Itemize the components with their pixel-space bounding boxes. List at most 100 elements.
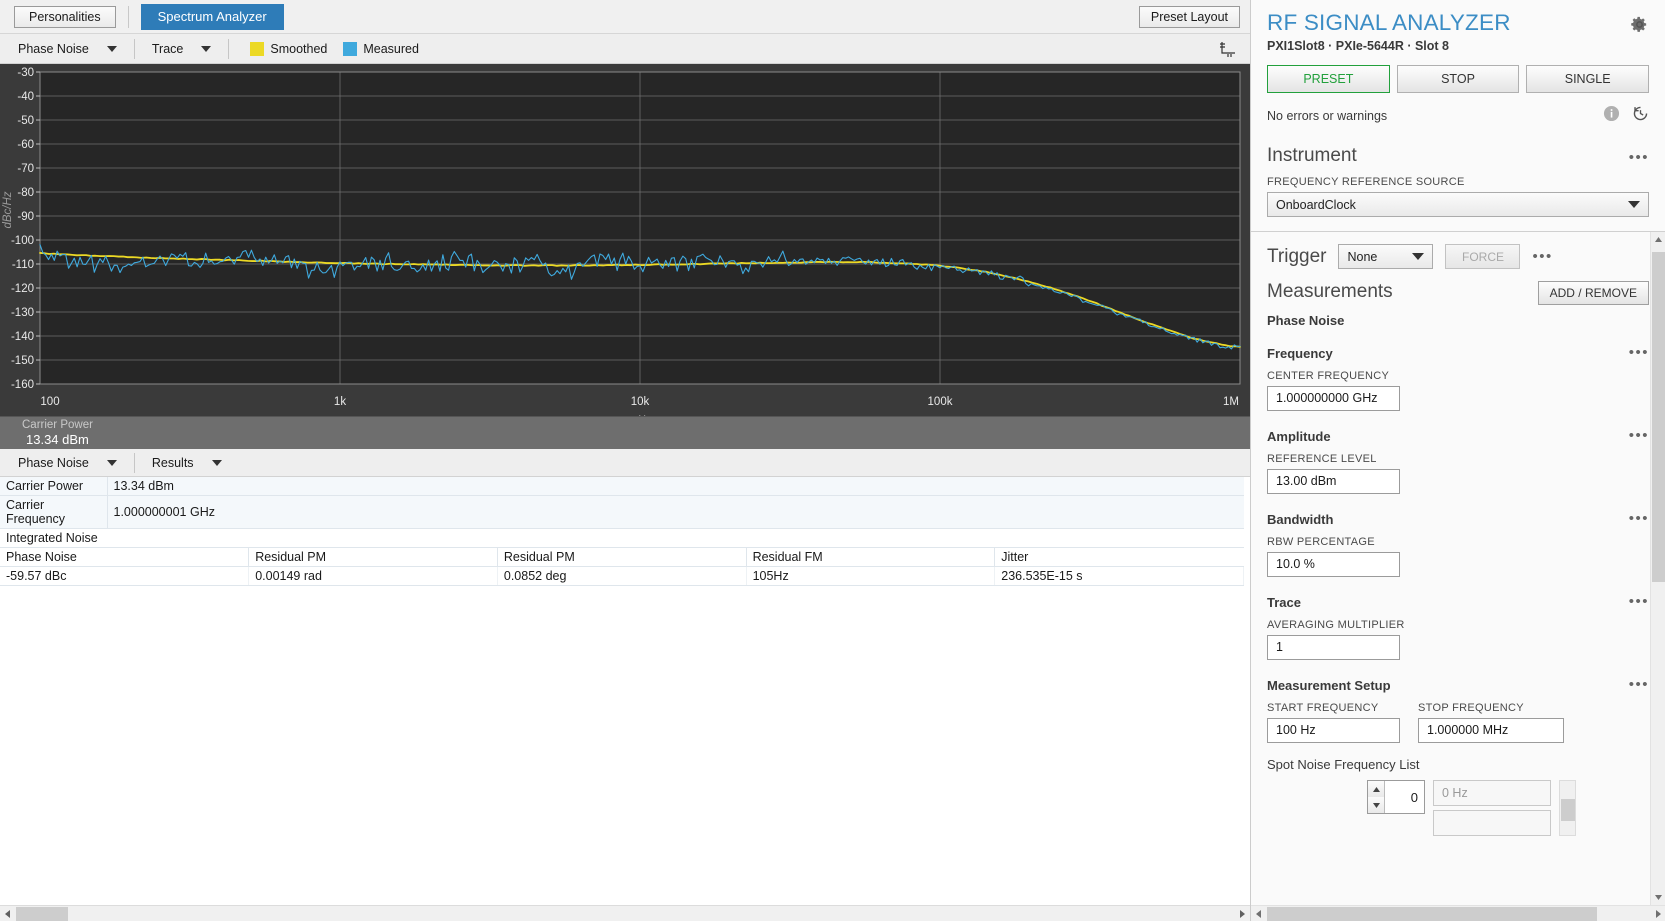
results-measurement-dropdown[interactable]: Phase Noise (10, 452, 125, 474)
toolbar-divider-3 (228, 38, 230, 59)
frequency-reference-source-label: FREQUENCY REFERENCE SOURCE (1267, 176, 1465, 188)
stop-frequency-input[interactable]: 1.000000 MHz (1418, 718, 1564, 743)
svg-text:10k: 10k (631, 396, 650, 408)
start-frequency-label: START FREQUENCY (1267, 702, 1379, 714)
add-remove-measurements-button[interactable]: ADD / REMOVE (1537, 281, 1649, 305)
trigger-type-select[interactable]: None (1338, 244, 1434, 269)
results-toolbar: Phase Noise Results (0, 449, 1250, 477)
svg-text:-100: -100 (11, 235, 34, 247)
frequency-section-menu[interactable]: ••• (1629, 344, 1649, 361)
stepper-arrows[interactable] (1368, 781, 1385, 813)
measurements-section: Measurements ADD / REMOVE Phase Noise (1251, 273, 1665, 332)
right-panel-vertical-scrollbar[interactable] (1650, 232, 1665, 905)
stop-frequency-label: STOP FREQUENCY (1418, 702, 1524, 714)
table-row: Carrier Frequency 1.000000001 GHz (0, 495, 1244, 529)
scroll-down-arrow-icon[interactable] (1651, 889, 1665, 905)
spot-noise-list-scrollbar[interactable] (1559, 780, 1576, 836)
active-measurement-label: Phase Noise (1267, 313, 1345, 328)
legend-swatch-smoothed (250, 41, 265, 56)
svg-text:-160: -160 (11, 379, 34, 391)
graph-toolbar: Phase Noise Trace Smoothed Measured (0, 34, 1250, 64)
trigger-section-menu[interactable]: ••• (1532, 248, 1552, 265)
toolbar-divider-4 (133, 452, 135, 473)
carrier-power-label: Carrier Power (22, 419, 93, 431)
preset-layout-button[interactable]: Preset Layout (1138, 6, 1240, 28)
reference-level-input[interactable]: 13.00 dBm (1267, 469, 1400, 494)
instrument-section-menu[interactable]: ••• (1629, 149, 1649, 166)
column-header[interactable]: Residual PM (497, 547, 747, 567)
graph-measurement-dropdown[interactable]: Phase Noise (10, 38, 125, 60)
measurement-setup-menu[interactable]: ••• (1629, 676, 1649, 693)
scroll-thumb[interactable] (16, 907, 68, 921)
column-header[interactable]: Residual PM (248, 547, 498, 567)
stop-button[interactable]: STOP (1396, 65, 1520, 93)
integrated-noise-title-row: Integrated Noise (0, 529, 1244, 548)
scroll-up-arrow-icon[interactable] (1651, 232, 1665, 248)
force-trigger-button[interactable]: FORCE (1445, 244, 1521, 269)
phase-noise-chart[interactable]: -30 -40 -50 -60 -70 -80 -90 -100 -110 -120 -130 -14… (0, 64, 1250, 416)
spot-noise-count-stepper[interactable]: 0 (1367, 780, 1425, 814)
measurement-setup-title: Measurement Setup (1267, 678, 1391, 693)
left-horizontal-scrollbar[interactable] (0, 905, 1250, 921)
svg-text:-90: -90 (17, 211, 34, 223)
rp-scroll-left-icon[interactable] (1251, 906, 1267, 921)
results-view-dropdown[interactable]: Results (144, 452, 230, 474)
rp-scroll-thumb[interactable] (1267, 907, 1597, 921)
frequency-reference-source-select[interactable]: OnboardClock (1267, 192, 1649, 217)
result-key: Carrier Power (0, 477, 108, 496)
instrument-section-title: Instrument (1267, 145, 1357, 166)
status-message: No errors or warnings (1267, 109, 1388, 123)
reference-level-label: REFERENCE LEVEL (1267, 453, 1377, 465)
measurement-setup-section: Measurement Setup ••• START FREQUENCY 10… (1251, 662, 1665, 838)
stepper-up-icon[interactable] (1368, 781, 1384, 797)
table-header-row: Phase Noise Residual PM Residual PM Residua… (0, 547, 1244, 567)
preset-button[interactable]: PRESET (1267, 65, 1390, 93)
instrument-control-buttons: PRESET STOP SINGLE (1267, 65, 1650, 93)
column-header[interactable]: Jitter (994, 547, 1244, 567)
averaging-multiplier-input[interactable]: 1 (1267, 635, 1400, 660)
instrument-section: Instrument ••• FREQUENCY REFERENCE SOURC… (1251, 135, 1665, 231)
spot-noise-list-item[interactable]: 0 Hz (1433, 780, 1551, 806)
graph-trace-dropdown[interactable]: Trace (144, 38, 220, 60)
svg-text:-110: -110 (12, 259, 34, 271)
amplitude-section-menu[interactable]: ••• (1629, 427, 1649, 444)
start-frequency-input[interactable]: 100 Hz (1267, 718, 1400, 743)
right-panel-header: RF SIGNAL ANALYZER PXI1Slot8 · PXIe-5644… (1251, 0, 1665, 127)
personalities-button[interactable]: Personalities (14, 5, 116, 28)
amplitude-section-title: Amplitude (1267, 429, 1331, 444)
chevron-down-icon-6 (1412, 253, 1425, 260)
spot-scroll-thumb[interactable] (1561, 799, 1575, 821)
history-icon[interactable] (1632, 105, 1649, 127)
tab-spectrum-analyzer[interactable]: Spectrum Analyzer (140, 3, 284, 30)
gear-icon[interactable] (1630, 15, 1649, 34)
table-cell: 105Hz (746, 566, 996, 586)
bandwidth-section-menu[interactable]: ••• (1629, 510, 1649, 527)
spot-noise-list[interactable]: 0 Hz (1433, 780, 1551, 836)
right-panel-horizontal-scrollbar[interactable] (1251, 905, 1665, 921)
single-button[interactable]: SINGLE (1526, 65, 1650, 93)
spot-noise-list-item-2[interactable] (1433, 810, 1551, 836)
graph-measurement-label: Phase Noise (18, 41, 89, 56)
svg-text:1M: 1M (1223, 396, 1239, 408)
rp-scroll-right-icon[interactable] (1650, 906, 1665, 921)
svg-text:100: 100 (40, 396, 59, 408)
info-icon[interactable] (1603, 105, 1620, 127)
column-header[interactable]: Residual FM (746, 547, 996, 567)
bandwidth-section-title: Bandwidth (1267, 512, 1334, 527)
cursor-tool-icon[interactable] (1218, 39, 1238, 59)
svg-text:Hz: Hz (638, 413, 652, 416)
center-frequency-input[interactable]: 1.000000000 GHz (1267, 386, 1400, 411)
rbw-percentage-input[interactable]: 10.0 % (1267, 552, 1400, 577)
right-panel: RF SIGNAL ANALYZER PXI1Slot8 · PXIe-5644… (1250, 0, 1665, 921)
stepper-down-icon[interactable] (1368, 797, 1384, 813)
column-header[interactable]: Phase Noise (0, 547, 250, 567)
spot-noise-controls: 0 0 Hz (1267, 780, 1649, 836)
result-value: 13.34 dBm (107, 477, 1244, 496)
scroll-left-arrow-icon[interactable] (0, 906, 16, 921)
chevron-down-icon-2 (201, 45, 212, 52)
trace-section-menu[interactable]: ••• (1629, 593, 1649, 610)
vertical-scroll-thumb[interactable] (1652, 252, 1665, 582)
settings-scroll-region: Trigger None FORCE ••• Measurements ADD … (1251, 231, 1665, 921)
integrated-noise-title: Integrated Noise (0, 529, 1244, 548)
scroll-right-arrow-icon[interactable] (1234, 906, 1250, 921)
